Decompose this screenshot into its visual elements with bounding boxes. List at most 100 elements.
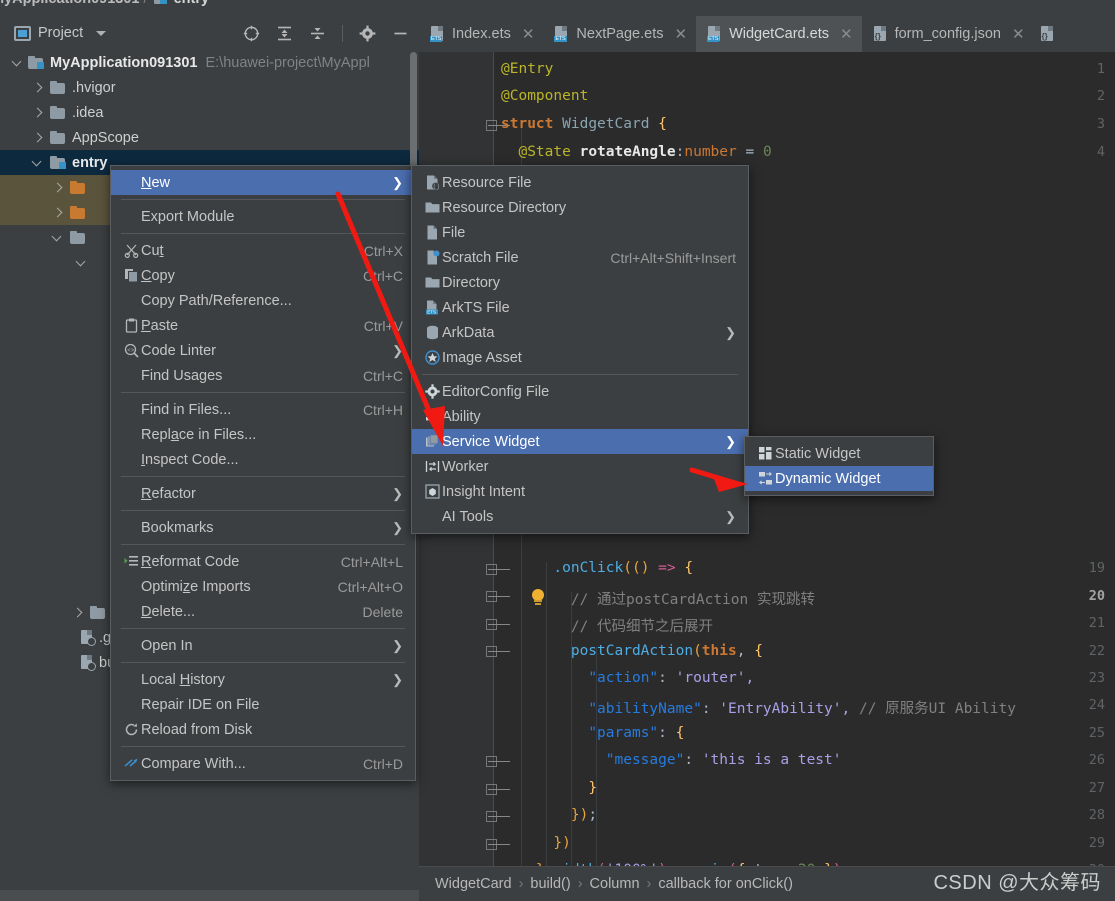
submenu-item-worker[interactable]: Worker: [412, 454, 748, 479]
breadcrumb-separator: /: [144, 0, 148, 7]
new-submenu[interactable]: () Resource File Resource Directory File…: [411, 165, 749, 534]
menu-item-find-in-files[interactable]: Find in Files... Ctrl+H: [111, 397, 415, 422]
menu-item-open-in[interactable]: Open In ❯: [111, 633, 415, 658]
fold-marker[interactable]: [486, 120, 510, 131]
menu-item-reload-from-disk[interactable]: Reload from Disk: [111, 717, 415, 742]
submenu-item-image-asset[interactable]: Image Asset: [412, 345, 748, 370]
menu-item-copy[interactable]: Copy Ctrl+C: [111, 263, 415, 288]
submenu-item-static-widget[interactable]: Static Widget: [745, 441, 933, 466]
fold-marker[interactable]: [486, 784, 510, 795]
breadcrumb-widgetcard[interactable]: WidgetCard: [435, 876, 512, 892]
breadcrumb-column[interactable]: Column: [590, 876, 640, 892]
menu-item-bookmarks[interactable]: Bookmarks ❯: [111, 515, 415, 540]
close-icon[interactable]: ✕: [840, 25, 853, 43]
submenu-item-scratch-file[interactable]: Scratch File Ctrl+Alt+Shift+Insert: [412, 245, 748, 270]
close-icon[interactable]: ✕: [1012, 25, 1025, 43]
submenu-item-ability[interactable]: Ability: [412, 404, 748, 429]
submenu-item-insight-intent[interactable]: Insight Intent: [412, 479, 748, 504]
submenu-item-arkdata[interactable]: ArkData ❯: [412, 320, 748, 345]
submenu-item-arkts-file[interactable]: ETS ArkTS File: [412, 295, 748, 320]
fold-marker[interactable]: [486, 619, 510, 630]
menu-item-compare-with[interactable]: Compare With... Ctrl+D: [111, 751, 415, 776]
submenu-item-file[interactable]: File: [412, 220, 748, 245]
settings-gear-icon[interactable]: [359, 25, 376, 42]
menu-item-local-history[interactable]: Local History ❯: [111, 667, 415, 692]
tab-nextpage-ets[interactable]: ETS NextPage.ets ✕: [543, 16, 696, 52]
tab-index-ets[interactable]: ETS Index.ets ✕: [419, 16, 543, 52]
close-icon[interactable]: ✕: [674, 25, 687, 43]
chevron-expanded-icon[interactable]: [76, 258, 86, 268]
chevron-expanded-icon[interactable]: [12, 58, 22, 68]
fold-marker[interactable]: [486, 591, 510, 602]
fold-marker[interactable]: [486, 811, 510, 822]
fold-marker[interactable]: [486, 646, 510, 657]
breadcrumb-callback[interactable]: callback for onClick(): [658, 876, 793, 892]
menu-item-cut[interactable]: Cut Ctrl+X: [111, 238, 415, 263]
chevron-collapsed-icon[interactable]: [52, 183, 62, 193]
menu-item-optimize-imports[interactable]: Optimize Imports Ctrl+Alt+O: [111, 574, 415, 599]
tab-widgetcard-ets[interactable]: ETS WidgetCard.ets ✕: [696, 16, 862, 52]
chevron-collapsed-icon[interactable]: [32, 108, 42, 118]
arkdata-icon: [422, 325, 442, 340]
collapse-all-icon[interactable]: [309, 25, 326, 42]
submenu-label: Service Widget: [442, 433, 540, 450]
context-menu[interactable]: New ❯ Export Module Cut Ctrl+X Copy Ctrl…: [110, 165, 416, 781]
select-opened-file-icon[interactable]: [243, 25, 260, 42]
menu-item-replace-in-files[interactable]: Replace in Files...: [111, 422, 415, 447]
chevron-collapsed-icon[interactable]: [72, 608, 82, 618]
menu-item-find-usages[interactable]: Find Usages Ctrl+C: [111, 363, 415, 388]
tree-row-hvigor[interactable]: .hvigor: [0, 75, 419, 100]
menu-shortcut: Ctrl+C: [362, 367, 403, 384]
service-widget-submenu[interactable]: Static Widget Dynamic Widget: [744, 436, 934, 496]
breadcrumb-module[interactable]: entry: [174, 0, 209, 7]
submenu-item-directory[interactable]: Directory: [412, 270, 748, 295]
code-line-20: // 通过postCardAction 实现跳转: [501, 588, 815, 609]
svg-text:<>: <>: [127, 347, 135, 354]
menu-item-code-linter[interactable]: <> Code Linter ❯: [111, 338, 415, 363]
project-icon: [14, 25, 31, 41]
menu-shortcut: Ctrl+X: [363, 242, 403, 259]
menu-item-repair-ide[interactable]: Repair IDE on File: [111, 692, 415, 717]
menu-item-inspect-code[interactable]: Inspect Code...: [111, 447, 415, 472]
chevron-collapsed-icon[interactable]: [52, 208, 62, 218]
submenu-item-service-widget[interactable]: Service Widget ❯: [412, 429, 748, 454]
line-number: 4: [1096, 144, 1105, 160]
breadcrumb-build[interactable]: build(): [530, 876, 570, 892]
expand-all-icon[interactable]: [276, 25, 293, 42]
submenu-item-resource-file[interactable]: () Resource File: [412, 170, 748, 195]
menu-item-delete[interactable]: Delete... Delete: [111, 599, 415, 624]
hide-panel-icon[interactable]: [392, 25, 409, 42]
chevron-collapsed-icon[interactable]: [32, 133, 42, 143]
chevron-collapsed-icon[interactable]: [32, 83, 42, 93]
line-number: 24: [1088, 697, 1105, 713]
submenu-item-ai-tools[interactable]: AI Tools ❯: [412, 504, 748, 529]
breadcrumb-project[interactable]: MyApplication091301: [0, 0, 139, 7]
menu-item-copy-path[interactable]: Copy Path/Reference...: [111, 288, 415, 313]
menu-item-new[interactable]: New ❯: [111, 170, 415, 195]
code-line-1: @Entry: [501, 61, 554, 77]
project-panel-title[interactable]: Project: [14, 25, 107, 41]
menu-item-refactor[interactable]: Refactor ❯: [111, 481, 415, 506]
submenu-item-editorconfig-file[interactable]: EditorConfig File: [412, 379, 748, 404]
chevron-down-icon[interactable]: [96, 30, 107, 36]
chevron-expanded-icon[interactable]: [32, 158, 42, 168]
tab-form-config-json[interactable]: {} form_config.json ✕: [862, 16, 1034, 52]
submenu-item-dynamic-widget[interactable]: Dynamic Widget: [745, 466, 933, 491]
close-icon[interactable]: ✕: [522, 25, 535, 43]
breadcrumb-sep: ›: [577, 876, 583, 892]
tree-row-myapplication[interactable]: MyApplication091301 E:\huawei-project\My…: [0, 50, 419, 75]
fold-marker[interactable]: [486, 839, 510, 850]
tree-row-appscope[interactable]: AppScope: [0, 125, 419, 150]
fold-marker[interactable]: [486, 564, 510, 575]
menu-item-reformat-code[interactable]: Reformat Code Ctrl+Alt+L: [111, 549, 415, 574]
menu-label-reformat: Reformat Code: [141, 553, 240, 570]
menu-item-paste[interactable]: Paste Ctrl+V: [111, 313, 415, 338]
submenu-item-resource-directory[interactable]: Resource Directory: [412, 195, 748, 220]
fold-marker[interactable]: [486, 756, 510, 767]
tree-row-idea[interactable]: .idea: [0, 100, 419, 125]
project-scrollbar[interactable]: [410, 52, 417, 172]
submenu-label: Insight Intent: [442, 483, 526, 500]
tab-overflow-partial[interactable]: {}: [1034, 16, 1064, 52]
menu-item-export-module[interactable]: Export Module: [111, 204, 415, 229]
chevron-expanded-icon[interactable]: [52, 233, 62, 243]
